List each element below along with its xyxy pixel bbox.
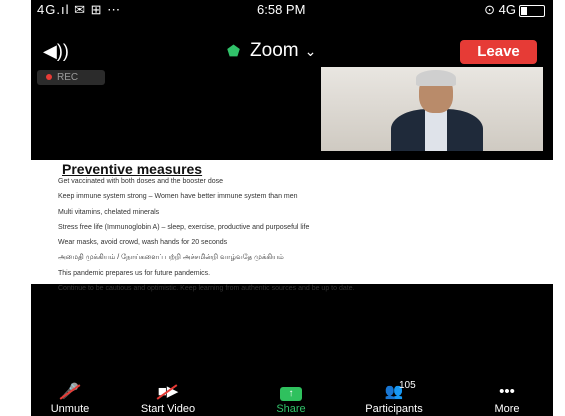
share-arrow-icon: ↑	[268, 384, 314, 401]
slide-title: Preventive measures	[62, 161, 203, 177]
participants-count: 105	[399, 380, 416, 391]
slide-item: அமைதி முக்கியம் / நோய்களைப் பற்றி அச்சமி…	[58, 254, 284, 262]
recording-dot-icon	[46, 73, 52, 80]
speaker-icon[interactable]: ◀))	[43, 41, 69, 62]
chevron-down-icon: ⌄	[304, 43, 317, 59]
participants-icon: 👥 105	[384, 380, 416, 400]
more-button[interactable]: ••• More	[485, 383, 529, 416]
participants-button[interactable]: 👥 105 Participants	[347, 380, 441, 415]
leave-button[interactable]: Leave	[460, 40, 537, 64]
slide-item: Get vaccinated with both doses and the b…	[58, 178, 223, 185]
speaker-video-thumbnail[interactable]	[321, 67, 543, 151]
unmute-label: Unmute	[50, 403, 90, 415]
recording-indicator: REC	[37, 70, 105, 85]
status-right: ⊙ 4G	[484, 2, 545, 18]
status-left: 4G.ıl ✉ ⊞ ⋯	[37, 2, 122, 17]
shared-slide: Preventive measures Get vaccinated with …	[31, 160, 553, 292]
share-button[interactable]: ↑ Share	[268, 384, 314, 415]
meeting-header: ◀)) ⬟ Zoom ⌄ Leave	[31, 36, 553, 66]
start-video-label: Start Video	[140, 403, 196, 415]
slide-bullet-list: Get vaccinated with both doses and the b…	[58, 178, 548, 300]
battery-icon	[519, 4, 545, 17]
recording-label: REC	[57, 72, 79, 83]
slide-item: Wear masks, avoid crowd, wash hands for …	[58, 239, 228, 247]
slide-item: Keep immune system strong – Women have b…	[58, 193, 298, 201]
app-title: Zoom	[250, 40, 299, 61]
status-time: 6:58 PM	[257, 2, 306, 17]
shield-icon: ⬟	[227, 43, 241, 60]
more-dots-icon: •••	[499, 383, 515, 400]
start-video-button[interactable]: ■▶ Start Video	[125, 384, 211, 416]
slide-item: This pandemic prepares us for future pan…	[58, 269, 211, 277]
speaker-shirt	[425, 109, 447, 151]
slide-item: Multi vitamins, chelated minerals	[58, 208, 160, 216]
participants-label: Participants	[365, 403, 423, 415]
meeting-toolbar: 🎤 Unmute ■▶ Start Video ↑ Share 👥105 Par…	[31, 380, 553, 416]
zoom-meeting-screen: 4G.ıl ✉ ⊞ ⋯ 6:58 PM ⊙ 4G ◀)) ⬟ Zoom ⌄ Leav…	[31, 0, 553, 416]
status-right-text: ⊙ 4G	[484, 2, 516, 17]
speaker-hair	[416, 70, 456, 86]
share-label: Share	[276, 403, 306, 415]
slide-item: Stress free life (Immunoglobin A) – slee…	[58, 223, 310, 231]
mic-muted-icon: 🎤	[43, 384, 97, 400]
video-off-icon: ■▶	[125, 384, 211, 400]
status-bar: 4G.ıl ✉ ⊞ ⋯ 6:58 PM ⊙ 4G	[31, 0, 553, 20]
more-label: More	[494, 403, 520, 415]
slide-item: Continue to be cautious and optimistic. …	[58, 285, 355, 293]
unmute-button[interactable]: 🎤 Unmute	[43, 384, 97, 416]
meeting-title-dropdown[interactable]: ⬟ Zoom ⌄	[227, 40, 316, 62]
